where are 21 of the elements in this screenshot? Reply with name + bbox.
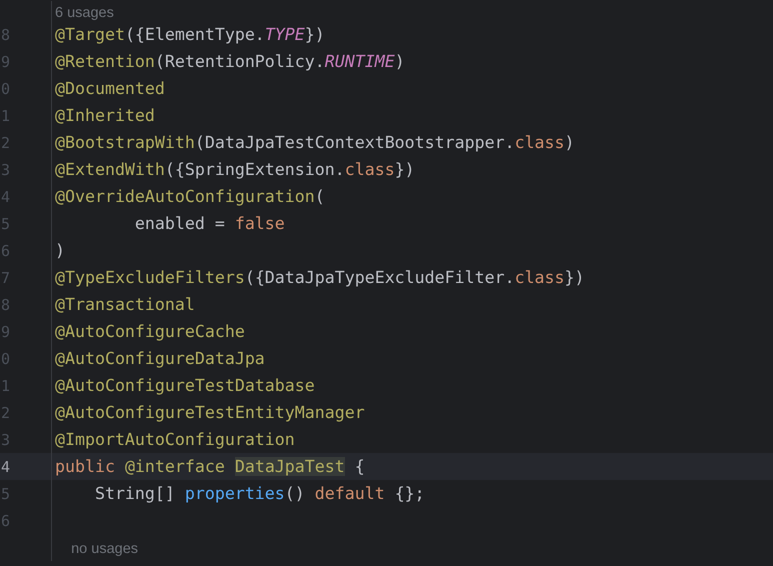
code-line: @Transactional [55,295,195,314]
code-line: @BootstrapWith(DataJpaTestContextBootstrapper.class) [55,133,575,152]
code-line: String[] properties() default {}; [94,484,425,503]
code-line: @OverrideAutoConfiguration( [55,187,325,206]
code-line: @TypeExcludeFilters({DataJpaTypeExcludeFilter.class}) [55,268,585,287]
code-line: @ExtendWith({SpringExtension.class}) [55,160,415,179]
line-number: 4 [0,458,10,476]
code-line: @AutoConfigureCache [55,322,245,341]
code-line: @Retention(RetentionPolicy.RUNTIME) [55,52,405,71]
code-line: public @interface DataJpaTest { [55,457,365,476]
code-line: @ImportAutoConfiguration [55,430,295,449]
code-line: enabled = false [134,214,285,233]
code-line: @AutoConfigureDataJpa [55,349,265,368]
code-line: @AutoConfigureTestDatabase [55,376,315,395]
usages-hint[interactable]: no usages [55,541,138,557]
code-line: @Inherited [55,106,155,125]
code-line: @Documented [55,79,165,98]
usages-hint[interactable]: 6 usages [55,4,114,20]
code-line: @AutoConfigureTestEntityManager [55,403,365,422]
code-line: ) [55,241,65,260]
code-line: @Target({ElementType.TYPE}) [55,25,325,44]
